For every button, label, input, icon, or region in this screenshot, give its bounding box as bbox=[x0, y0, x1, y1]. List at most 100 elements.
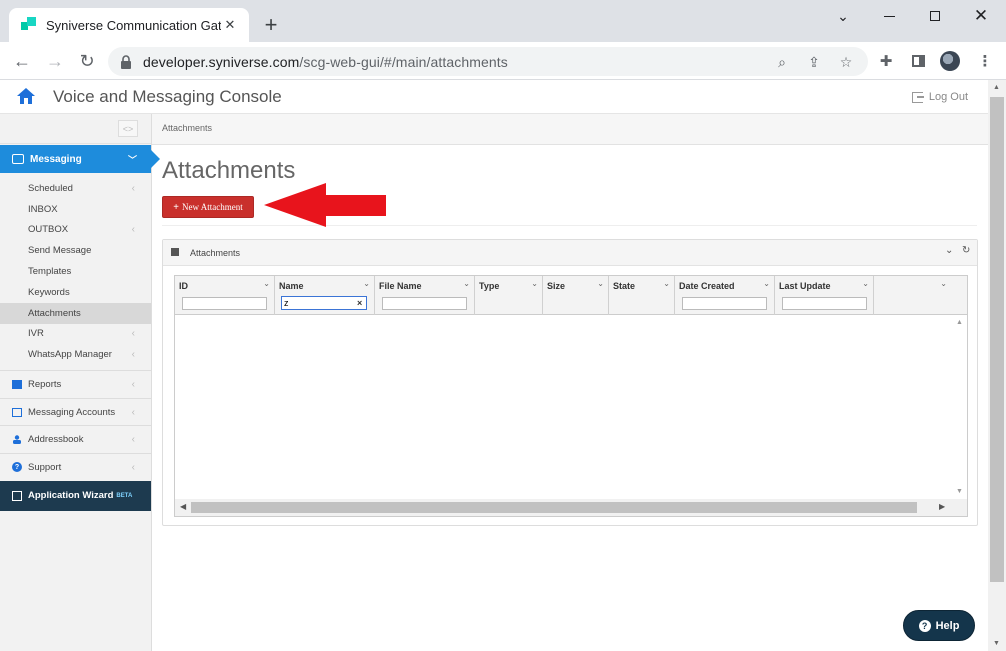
column-menu-icon[interactable]: ⌄ bbox=[597, 279, 604, 288]
column-date-created[interactable]: Date Created ⌄ bbox=[675, 276, 775, 315]
column-actions[interactable]: ⌄ bbox=[874, 276, 967, 315]
column-id[interactable]: ID ⌄ bbox=[175, 276, 275, 315]
extensions-puzzle-icon[interactable]: ✚ bbox=[876, 51, 896, 71]
column-menu-icon[interactable]: ⌄ bbox=[940, 279, 947, 288]
name-filter-input[interactable] bbox=[281, 296, 367, 310]
scrollbar-thumb[interactable] bbox=[990, 97, 1004, 582]
address-bar[interactable]: developer.syniverse.com/scg-web-gui/#/ma… bbox=[108, 47, 868, 76]
minimize-icon[interactable] bbox=[866, 0, 912, 32]
window-close-icon[interactable]: ✕ bbox=[958, 0, 1004, 32]
sidebar-item-label: Support bbox=[28, 461, 62, 473]
browser-toolbar: ← → ↻ developer.syniverse.com/scg-web-gu… bbox=[0, 42, 1006, 80]
sidebar-item-label: WhatsApp Manager bbox=[28, 349, 112, 361]
plus-icon: + bbox=[173, 201, 179, 213]
column-menu-icon[interactable]: ⌄ bbox=[763, 279, 770, 288]
logout-link[interactable]: Log Out bbox=[911, 91, 968, 103]
column-name[interactable]: Name ⌄ × bbox=[275, 276, 375, 315]
zoom-icon[interactable]: ⌕ bbox=[772, 52, 792, 72]
chevron-left-icon: ‹ bbox=[131, 461, 135, 473]
chevron-left-icon: ‹ bbox=[131, 378, 135, 390]
reload-icon[interactable]: ↻ bbox=[73, 47, 101, 75]
column-menu-icon[interactable]: ⌄ bbox=[463, 279, 470, 288]
sidebar-item-templates[interactable]: Templates bbox=[0, 261, 151, 282]
date-created-filter-input[interactable] bbox=[682, 297, 767, 310]
grid-horizontal-scrollbar[interactable]: ◀ ▶ bbox=[175, 499, 967, 516]
external-link-icon bbox=[12, 490, 22, 501]
sidebar-item-attachments[interactable]: Attachments bbox=[0, 302, 151, 324]
bookmark-star-icon[interactable]: ☆ bbox=[836, 52, 856, 72]
sidebar-toggle-row: <> bbox=[0, 114, 151, 144]
column-menu-icon[interactable]: ⌄ bbox=[862, 279, 869, 288]
forward-arrow-icon[interactable]: → bbox=[41, 47, 69, 75]
page-vertical-scrollbar[interactable]: ▲ ▼ bbox=[988, 80, 1006, 651]
clear-filter-icon[interactable]: × bbox=[357, 298, 362, 308]
lock-icon bbox=[120, 54, 132, 69]
tab-title: Syniverse Communication Gatew bbox=[46, 17, 221, 33]
profile-avatar[interactable] bbox=[940, 51, 960, 71]
sidebar-item-support[interactable]: ? Support ‹ bbox=[0, 452, 151, 481]
id-filter-input[interactable] bbox=[182, 297, 267, 310]
logout-icon bbox=[911, 91, 924, 103]
column-file-name[interactable]: File Name ⌄ bbox=[375, 276, 475, 315]
sidebar-item-application-wizard[interactable]: Application Wizard BETA bbox=[0, 480, 151, 511]
home-icon[interactable] bbox=[16, 87, 36, 105]
scroll-left-icon[interactable]: ◀ bbox=[180, 502, 186, 511]
column-menu-icon[interactable]: ⌄ bbox=[363, 279, 370, 288]
sidebar-item-whatsapp-manager[interactable]: WhatsApp Manager ‹ bbox=[0, 344, 151, 365]
maximize-icon[interactable] bbox=[912, 0, 958, 32]
url-text: developer.syniverse.com/scg-web-gui/#/ma… bbox=[143, 53, 508, 70]
question-icon: ? bbox=[918, 619, 931, 632]
scroll-up-icon[interactable]: ▲ bbox=[993, 84, 1000, 91]
chevron-left-icon: ‹ bbox=[131, 349, 135, 361]
column-menu-icon[interactable]: ⌄ bbox=[663, 279, 670, 288]
messaging-submenu: Scheduled ‹ INBOX OUTBOX ‹ Send Message Te… bbox=[0, 173, 151, 370]
grid-body bbox=[175, 315, 967, 499]
file-name-filter-input[interactable] bbox=[382, 297, 467, 310]
help-button[interactable]: ? Help bbox=[903, 610, 975, 641]
new-tab-button[interactable]: + bbox=[258, 12, 284, 38]
sidebar-item-scheduled[interactable]: Scheduled ‹ bbox=[0, 178, 151, 199]
sidebar-item-addressbook[interactable]: Addressbook ‹ bbox=[0, 425, 151, 453]
last-update-filter-input[interactable] bbox=[782, 297, 867, 310]
page-title: Attachments bbox=[162, 157, 296, 184]
column-type[interactable]: Type ⌄ bbox=[475, 276, 543, 315]
share-icon[interactable]: ⇪ bbox=[804, 52, 824, 72]
side-panel-icon[interactable] bbox=[908, 51, 928, 71]
new-attachment-button[interactable]: + New Attachment bbox=[162, 196, 254, 218]
scroll-down-icon[interactable]: ▼ bbox=[993, 640, 1000, 647]
sidebar-item-label: Addressbook bbox=[28, 434, 84, 446]
browser-tab-strip: Syniverse Communication Gatew ✕ + ⌄ ✕ bbox=[0, 0, 1006, 42]
sidebar-item-ivr[interactable]: IVR ‹ bbox=[0, 324, 151, 345]
scroll-down-icon[interactable]: ▼ bbox=[956, 488, 963, 495]
panel-title: Attachments bbox=[190, 247, 241, 258]
collapse-chevron-icon[interactable]: ⌄ bbox=[945, 245, 953, 256]
sidebar-item-messaging-accounts[interactable]: Messaging Accounts ‹ bbox=[0, 397, 151, 426]
window-dropdown-icon[interactable]: ⌄ bbox=[820, 0, 866, 32]
attachments-panel: Attachments ⌄ ↻ ID ⌄ Name ⌄ × File Name … bbox=[162, 239, 978, 526]
scroll-right-icon[interactable]: ▶ bbox=[939, 502, 945, 511]
chevron-left-icon: ‹ bbox=[131, 182, 135, 194]
grid-vertical-scrollbar[interactable]: ▲ ▼ bbox=[953, 315, 967, 499]
column-menu-icon[interactable]: ⌄ bbox=[531, 279, 538, 288]
sidebar-item-messaging[interactable]: Messaging ﹀ bbox=[0, 145, 160, 173]
sidebar-collapse-button[interactable]: <> bbox=[118, 120, 138, 137]
chevron-left-icon: ‹ bbox=[131, 434, 135, 446]
sidebar-item-outbox[interactable]: OUTBOX ‹ bbox=[0, 220, 151, 241]
breadcrumb-item[interactable]: Attachments bbox=[162, 123, 212, 133]
sidebar-item-reports[interactable]: Reports ‹ bbox=[0, 370, 151, 398]
sidebar-item-inbox[interactable]: INBOX bbox=[0, 199, 151, 220]
sidebar-item-keywords[interactable]: Keywords bbox=[0, 282, 151, 303]
scrollbar-thumb[interactable] bbox=[191, 502, 917, 513]
refresh-icon[interactable]: ↻ bbox=[962, 245, 970, 256]
column-size[interactable]: Size ⌄ bbox=[543, 276, 609, 315]
scroll-up-icon[interactable]: ▲ bbox=[956, 319, 963, 326]
browser-menu-icon[interactable]: ⋮ bbox=[975, 51, 995, 71]
monitor-icon bbox=[12, 407, 22, 417]
tab-close-icon[interactable]: ✕ bbox=[221, 16, 239, 34]
column-last-update[interactable]: Last Update ⌄ bbox=[775, 276, 874, 315]
column-state[interactable]: State ⌄ bbox=[609, 276, 675, 315]
back-arrow-icon[interactable]: ← bbox=[8, 47, 36, 75]
sidebar-item-send-message[interactable]: Send Message bbox=[0, 240, 151, 261]
column-menu-icon[interactable]: ⌄ bbox=[263, 279, 270, 288]
browser-tab[interactable]: Syniverse Communication Gatew ✕ bbox=[9, 8, 249, 42]
